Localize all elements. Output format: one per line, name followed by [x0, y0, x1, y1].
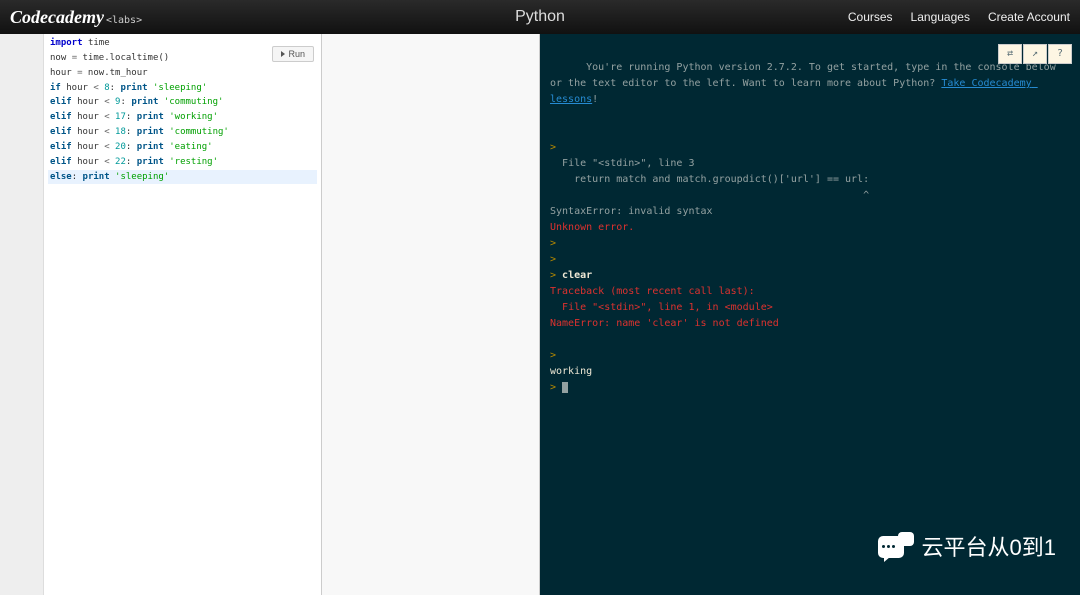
header-nav: Courses Languages Create Account	[848, 10, 1070, 24]
code-line[interactable]: elif hour < 20: print 'eating'	[48, 140, 317, 155]
console-line: NameError: name 'clear' is not defined	[550, 316, 1070, 332]
linkunlink-button[interactable]: ⇄	[998, 44, 1022, 64]
console-line	[550, 124, 1070, 140]
console-line: File "<stdin>", line 3	[550, 156, 1070, 172]
editor-pane[interactable]: Run import timenow = time.localtime()hou…	[44, 34, 322, 595]
console-line: File "<stdin>", line 1, in <module>	[550, 300, 1070, 316]
console-line: >	[550, 348, 1070, 364]
main: Run import timenow = time.localtime()hou…	[0, 34, 1080, 595]
console-line: return match and match.groupdict()['url'…	[550, 172, 1070, 188]
console-line: >	[550, 236, 1070, 252]
console-line: >	[550, 380, 1070, 396]
console-toolbar: ⇄ ↗ ?	[998, 44, 1072, 64]
console-pane[interactable]: ⇄ ↗ ? You're running Python version 2.7.…	[540, 34, 1080, 595]
console-line: Unknown error.	[550, 220, 1070, 236]
console-body[interactable]: > File "<stdin>", line 3 return match an…	[550, 124, 1070, 396]
console-cursor	[562, 382, 568, 393]
code-line[interactable]: elif hour < 9: print 'commuting'	[48, 95, 317, 110]
watermark-overlay: 云平台从0到1	[878, 530, 1056, 565]
wechat-icon	[878, 532, 914, 562]
code-line[interactable]: else: print 'sleeping'	[48, 170, 317, 185]
console-line: ^	[550, 188, 1070, 204]
nav-create-account[interactable]: Create Account	[988, 10, 1070, 24]
code-line[interactable]: elif hour < 17: print 'working'	[48, 110, 317, 125]
header: Codecademy <labs> Python Courses Languag…	[0, 0, 1080, 34]
code-line[interactable]: hour = now.tm_hour	[48, 66, 317, 81]
run-button-label: Run	[288, 49, 305, 59]
middle-pane	[322, 34, 540, 595]
code-line[interactable]: elif hour < 22: print 'resting'	[48, 155, 317, 170]
nav-courses[interactable]: Courses	[848, 10, 893, 24]
console-line: >	[550, 252, 1070, 268]
console-line: SyntaxError: invalid syntax	[550, 204, 1070, 220]
logo-labs: <labs>	[106, 15, 142, 26]
logo-group[interactable]: Codecademy <labs>	[10, 7, 142, 28]
console-line: working	[550, 364, 1070, 380]
watermark-text: 云平台从0到1	[922, 530, 1056, 565]
console-line: > clear	[550, 268, 1070, 284]
console-line: >	[550, 140, 1070, 156]
left-gutter	[0, 34, 44, 595]
page-title: Python	[515, 8, 565, 26]
logo-text: Codecademy	[10, 7, 104, 28]
nav-languages[interactable]: Languages	[911, 10, 970, 24]
console-intro: You're running Python version 2.7.2. To …	[550, 44, 1070, 124]
console-line	[550, 332, 1070, 348]
code-line[interactable]: if hour < 8: print 'sleeping'	[48, 81, 317, 96]
console-line: Traceback (most recent call last):	[550, 284, 1070, 300]
code-line[interactable]: elif hour < 18: print 'commuting'	[48, 125, 317, 140]
share-button[interactable]: ↗	[1023, 44, 1047, 64]
help-button[interactable]: ?	[1048, 44, 1072, 64]
run-button[interactable]: Run	[272, 46, 314, 62]
